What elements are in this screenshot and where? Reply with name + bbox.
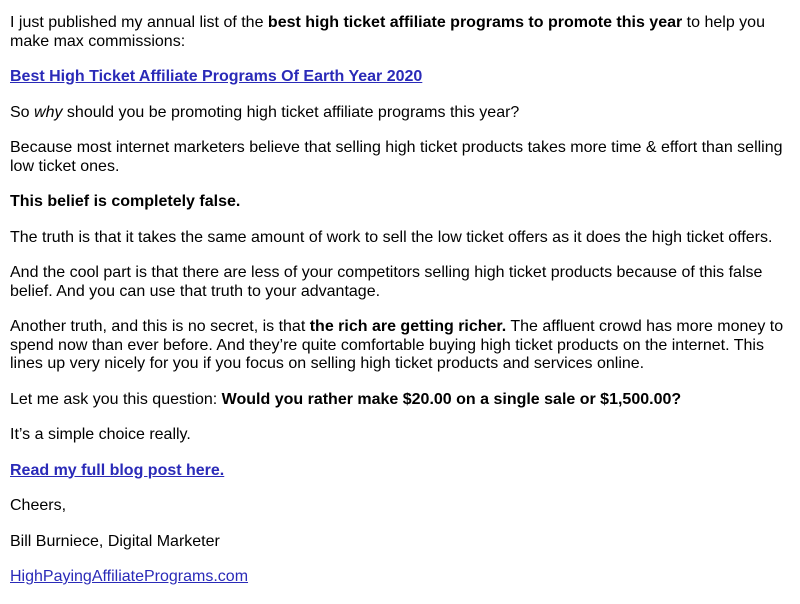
another-truth-text: Another truth, and this is no secret, is… — [10, 318, 310, 335]
intro-bold-text: best high ticket affiliate programs to p… — [267, 14, 683, 31]
intro-paragraph: I just published my annual list of the b… — [10, 14, 792, 51]
website-link[interactable]: HighPayingAffiliatePrograms.com — [10, 568, 248, 585]
why-text: So — [10, 103, 35, 121]
truth-paragraph: The truth is that it takes the same amou… — [10, 228, 773, 246]
why-text-end: should you be promoting high ticket affi… — [62, 103, 520, 121]
another-truth-paragraph: Another truth, and this is no secret, is… — [10, 318, 792, 374]
belief-bold-text: This belief is completely false. — [10, 193, 241, 210]
site-link-paragraph: HighPayingAffiliatePrograms.com — [10, 568, 792, 587]
simple-choice-paragraph: It’s a simple choice really. — [10, 426, 191, 443]
belief-paragraph: This belief is completely false. — [10, 193, 792, 212]
question-text: Let me ask you this question: — [10, 390, 222, 408]
list-link-paragraph: Best High Ticket Affiliate Programs Of E… — [10, 68, 792, 87]
rich-richer-bold-text: the rich are getting richer. — [309, 318, 507, 335]
because-paragraph: Because most internet marketers believe … — [10, 139, 783, 175]
question-paragraph: Let me ask you this question: Would you … — [10, 391, 792, 410]
why-paragraph: So why should you be promoting high tick… — [10, 104, 792, 123]
question-bold-text: Would you rather make $20.00 on a single… — [221, 390, 682, 408]
signature-paragraph: Bill Burniece, Digital Marketer — [10, 532, 220, 550]
email-body: I just published my annual list of the b… — [10, 14, 792, 604]
read-blog-post-link[interactable]: Read my full blog post here. — [10, 462, 224, 479]
cool-part-paragraph: And the cool part is that there are less… — [10, 264, 763, 300]
affiliate-list-link[interactable]: Best High Ticket Affiliate Programs Of E… — [10, 68, 422, 85]
intro-text: I just published my annual list of the — [10, 14, 268, 31]
why-italic: why — [34, 103, 63, 121]
closing-paragraph: Cheers, — [10, 497, 67, 514]
blog-link-paragraph: Read my full blog post here. — [10, 462, 792, 481]
